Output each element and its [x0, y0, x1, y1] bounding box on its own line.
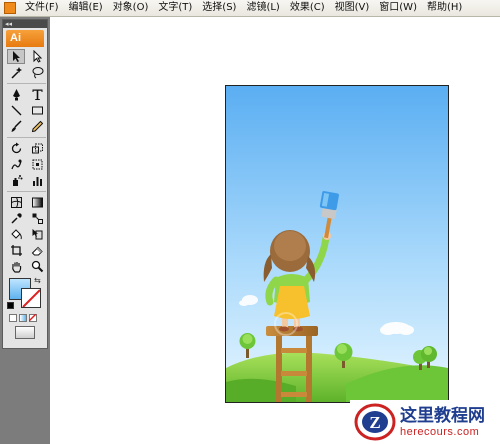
pencil-tool-icon[interactable] — [28, 119, 46, 134]
site-logo-icon: Z — [354, 403, 396, 441]
color-mode-icon[interactable] — [9, 314, 17, 322]
tool-separator — [7, 83, 46, 84]
eyedropper-tool-icon[interactable] — [7, 211, 25, 226]
magic-wand-tool-icon[interactable] — [7, 65, 25, 80]
column-graph-tool-icon[interactable] — [28, 173, 46, 188]
menu-bar: 文件(F) 编辑(E) 对象(O) 文字(T) 选择(S) 滤镜(L) 效果(C… — [0, 0, 500, 17]
menu-object[interactable]: 对象(O) — [108, 0, 154, 16]
scale-tool-icon[interactable] — [28, 141, 46, 156]
rotate-tool-icon[interactable] — [7, 141, 25, 156]
color-mode-row — [9, 314, 47, 322]
eraser-tool-icon[interactable] — [28, 243, 46, 258]
symbol-sprayer-tool-icon[interactable] — [7, 173, 25, 188]
warp-tool-icon[interactable] — [7, 157, 25, 172]
rectangle-tool-icon[interactable] — [28, 103, 46, 118]
crop-area-tool-icon[interactable] — [7, 243, 25, 258]
pen-tool-icon[interactable] — [7, 87, 25, 102]
none-mode-icon[interactable] — [29, 314, 37, 322]
paintbrush-tool-icon[interactable] — [7, 119, 25, 134]
live-paint-selection-tool-icon[interactable] — [28, 227, 46, 242]
live-paint-bucket-tool-icon[interactable] — [7, 227, 25, 242]
site-url: herecours.com — [400, 425, 480, 438]
menu-effect[interactable]: 效果(C) — [285, 0, 330, 16]
menu-file[interactable]: 文件(F) — [20, 0, 64, 16]
lasso-tool-icon[interactable] — [28, 65, 46, 80]
tool-separator — [7, 191, 46, 192]
site-title: 这里教程网 — [400, 405, 485, 425]
selection-tool-icon[interactable] — [7, 49, 25, 64]
gradient-mode-icon[interactable] — [19, 314, 27, 322]
screen-mode-button[interactable] — [15, 326, 35, 339]
direct-selection-tool-icon[interactable] — [28, 49, 46, 64]
site-watermark: Z 这里教程网 herecours.com — [350, 400, 500, 444]
color-controls: ⇆ — [7, 276, 44, 312]
menu-view[interactable]: 视图(V) — [330, 0, 375, 16]
default-colors-icon[interactable] — [7, 302, 14, 309]
app-icon[interactable] — [4, 2, 16, 14]
illustration — [226, 86, 448, 402]
free-transform-tool-icon[interactable] — [28, 157, 46, 172]
tools-panel: ◂◂ Ai ⇆ — [2, 19, 48, 349]
menu-edit[interactable]: 编辑(E) — [64, 0, 108, 16]
zoom-tool-icon[interactable] — [28, 259, 46, 274]
menu-type[interactable]: 文字(T) — [153, 0, 197, 16]
menu-help[interactable]: 帮助(H) — [422, 0, 467, 16]
menu-filter[interactable]: 滤镜(L) — [241, 0, 284, 16]
blend-tool-icon[interactable] — [28, 211, 46, 226]
hand-tool-icon[interactable] — [7, 259, 25, 274]
stroke-swatch[interactable] — [21, 288, 41, 308]
panel-collapse-icon[interactable]: ◂◂ — [3, 20, 47, 28]
svg-text:Z: Z — [369, 413, 380, 432]
artboard[interactable] — [225, 85, 449, 403]
line-segment-tool-icon[interactable] — [7, 103, 25, 118]
mesh-tool-icon[interactable] — [7, 195, 25, 210]
swap-fill-stroke-icon[interactable]: ⇆ — [34, 276, 41, 285]
menu-select[interactable]: 选择(S) — [197, 0, 241, 16]
tool-separator — [7, 137, 46, 138]
gradient-tool-icon[interactable] — [28, 195, 46, 210]
app-logo: Ai — [6, 30, 44, 47]
type-tool-icon[interactable] — [28, 87, 46, 102]
menu-window[interactable]: 窗口(W) — [374, 0, 422, 16]
